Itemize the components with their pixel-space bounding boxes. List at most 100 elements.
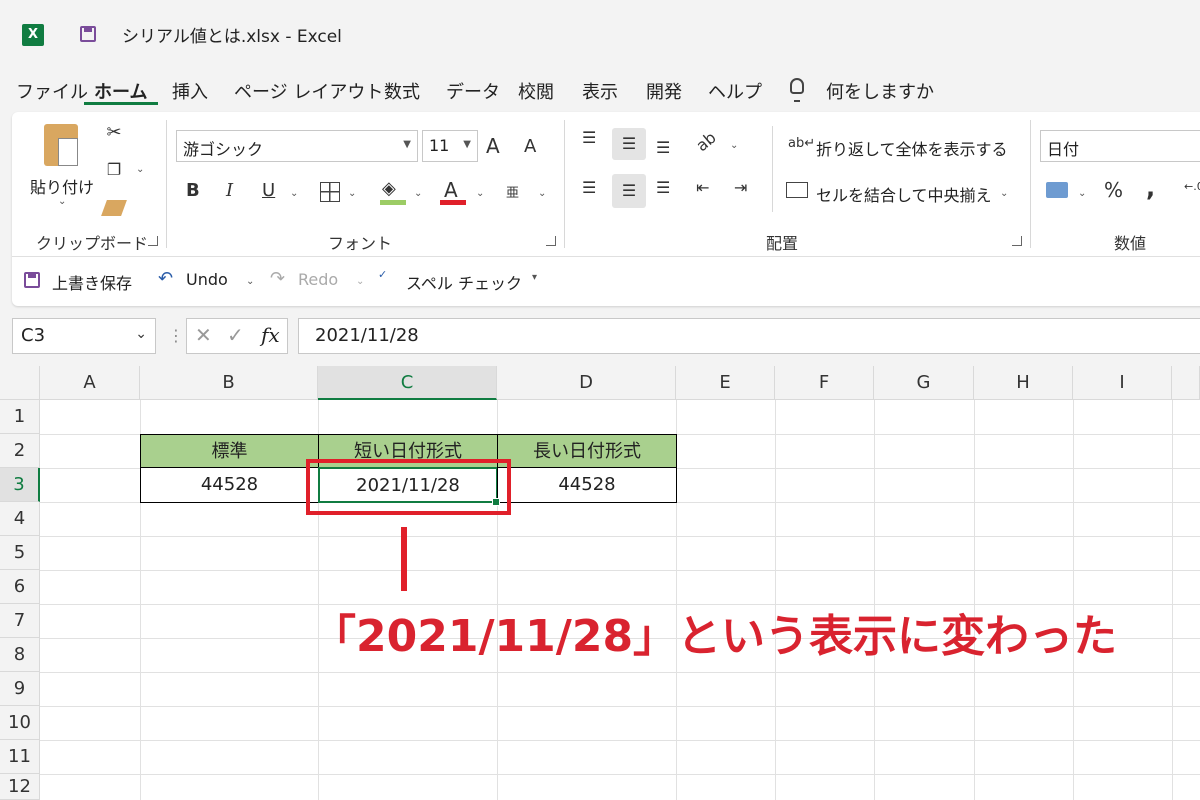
phonetic-icon[interactable]: 亜 xyxy=(506,182,519,201)
row-header[interactable]: 7 xyxy=(0,604,40,638)
qat-save-icon[interactable] xyxy=(24,272,40,288)
underline-button[interactable]: U xyxy=(262,180,275,201)
paste-icon[interactable] xyxy=(44,124,78,166)
column-header-selected[interactable]: C xyxy=(318,366,497,400)
align-center-icon[interactable]: ☰ xyxy=(612,174,646,208)
row-header[interactable]: 5 xyxy=(0,536,40,570)
undo-icon[interactable]: ↶ xyxy=(158,268,173,289)
clipboard-launcher-icon[interactable] xyxy=(148,236,158,246)
table-cell[interactable]: 44528 xyxy=(140,467,319,503)
row-header[interactable]: 9 xyxy=(0,672,40,706)
row-header[interactable]: 4 xyxy=(0,502,40,536)
column-header[interactable]: E xyxy=(676,366,775,400)
align-middle-icon[interactable]: ☰ xyxy=(612,128,646,160)
tab-review[interactable]: 校閲 xyxy=(518,78,554,106)
align-bottom-icon[interactable]: ☰ xyxy=(656,138,670,157)
column-header[interactable] xyxy=(1172,366,1200,400)
shrink-font-icon[interactable]: A xyxy=(524,136,536,157)
font-name-combo[interactable]: 游ゴシック ▼ xyxy=(176,130,418,162)
tab-formulas[interactable]: 数式 xyxy=(384,78,420,106)
copy-icon[interactable]: ❐ xyxy=(102,160,126,179)
table-header-cell[interactable]: 長い日付形式 xyxy=(497,434,677,468)
font-size-combo[interactable]: 11 ▼ xyxy=(422,130,478,162)
borders-icon[interactable] xyxy=(320,182,340,202)
font-launcher-icon[interactable] xyxy=(546,236,556,246)
row-header[interactable]: 10 xyxy=(0,706,40,740)
phonetic-dropdown-icon[interactable]: ⌄ xyxy=(538,188,546,199)
italic-button[interactable]: I xyxy=(226,180,233,201)
table-cell[interactable]: 44528 xyxy=(497,467,677,503)
increase-indent-icon[interactable]: ⇥ xyxy=(734,178,747,197)
customize-qat-icon[interactable]: ▾ xyxy=(532,272,537,283)
column-header[interactable]: I xyxy=(1073,366,1172,400)
grow-font-icon[interactable]: A xyxy=(486,134,500,158)
merge-dropdown-icon[interactable]: ⌄ xyxy=(1000,188,1008,199)
undo-button[interactable]: Undo xyxy=(186,270,228,289)
tab-page-layout[interactable]: ページ レイアウト xyxy=(234,78,383,106)
column-header[interactable]: F xyxy=(775,366,874,400)
row-header[interactable]: 1 xyxy=(0,400,40,434)
paste-dropdown-icon[interactable]: ⌄ xyxy=(58,196,66,207)
row-header-selected[interactable]: 3 xyxy=(0,468,40,502)
column-header[interactable]: D xyxy=(497,366,676,400)
paste-button[interactable]: 貼り付け xyxy=(30,174,94,198)
wrap-text-button[interactable]: 折り返して全体を表示する xyxy=(816,136,1008,160)
font-color-dropdown-icon[interactable]: ⌄ xyxy=(476,188,484,199)
tab-help[interactable]: ヘルプ xyxy=(708,78,762,106)
more-icon[interactable]: ⋮ xyxy=(168,326,184,345)
tab-developer[interactable]: 開発 xyxy=(646,78,682,106)
comma-button[interactable]: , xyxy=(1146,174,1155,202)
row-header[interactable]: 12 xyxy=(0,774,40,800)
fill-color-dropdown-icon[interactable]: ⌄ xyxy=(414,188,422,199)
column-header[interactable]: B xyxy=(140,366,318,400)
qat-save-button[interactable]: 上書き保存 xyxy=(52,270,132,294)
orientation-dropdown-icon[interactable]: ⌄ xyxy=(730,140,738,151)
lightbulb-icon[interactable] xyxy=(790,78,804,102)
wrap-text-icon[interactable]: ab↵ xyxy=(788,136,815,151)
spell-check-icon[interactable]: ✓ xyxy=(378,268,387,281)
fill-color-icon[interactable]: ◈ xyxy=(382,178,396,199)
insert-function-icon[interactable]: fx xyxy=(261,323,280,347)
column-header[interactable]: H xyxy=(974,366,1073,400)
row-header[interactable]: 11 xyxy=(0,740,40,774)
currency-dropdown-icon[interactable]: ⌄ xyxy=(1078,188,1086,199)
active-tab-indicator xyxy=(84,102,158,105)
select-all-corner[interactable] xyxy=(0,366,40,400)
align-top-icon[interactable]: ☰ xyxy=(582,128,596,147)
bold-button[interactable]: B xyxy=(186,180,200,201)
borders-dropdown-icon[interactable]: ⌄ xyxy=(348,188,356,199)
merge-icon[interactable] xyxy=(786,182,808,198)
name-box[interactable]: C3 ⌄ xyxy=(12,318,156,354)
save-icon[interactable] xyxy=(80,26,96,42)
row-header[interactable]: 8 xyxy=(0,638,40,672)
tab-file[interactable]: ファイル xyxy=(16,78,88,106)
undo-dropdown-icon[interactable]: ⌄ xyxy=(246,276,254,287)
merge-center-button[interactable]: セルを結合して中央揃え xyxy=(816,182,992,206)
tab-data[interactable]: データ xyxy=(446,78,500,106)
percent-button[interactable]: % xyxy=(1104,178,1123,202)
number-format-combo[interactable]: 日付 xyxy=(1040,130,1200,162)
cancel-icon[interactable]: ✕ xyxy=(195,323,212,347)
cut-icon[interactable]: ✂ xyxy=(102,122,126,143)
row-header[interactable]: 6 xyxy=(0,570,40,604)
currency-icon[interactable] xyxy=(1046,182,1068,198)
row-header[interactable]: 2 xyxy=(0,434,40,468)
decrease-indent-icon[interactable]: ⇤ xyxy=(696,178,709,197)
column-header[interactable]: A xyxy=(40,366,140,400)
tab-insert[interactable]: 挿入 xyxy=(172,78,208,106)
tab-view[interactable]: 表示 xyxy=(582,78,618,106)
font-color-icon[interactable]: A xyxy=(444,178,458,202)
formula-input[interactable]: 2021/11/28 xyxy=(298,318,1200,354)
table-header-cell[interactable]: 標準 xyxy=(140,434,319,468)
separator xyxy=(564,120,565,248)
increase-decimal-icon[interactable]: ←.0 xyxy=(1184,180,1200,193)
column-header[interactable]: G xyxy=(874,366,974,400)
underline-dropdown-icon[interactable]: ⌄ xyxy=(290,188,298,199)
alignment-launcher-icon[interactable] xyxy=(1012,236,1022,246)
copy-dropdown-icon[interactable]: ⌄ xyxy=(136,164,144,175)
align-right-icon[interactable]: ☰ xyxy=(656,178,670,197)
align-left-icon[interactable]: ☰ xyxy=(582,178,596,197)
spell-check-button[interactable]: スペル チェック xyxy=(406,270,522,294)
tell-me-search[interactable]: 何をしますか xyxy=(826,78,934,106)
enter-icon[interactable]: ✓ xyxy=(227,323,244,347)
